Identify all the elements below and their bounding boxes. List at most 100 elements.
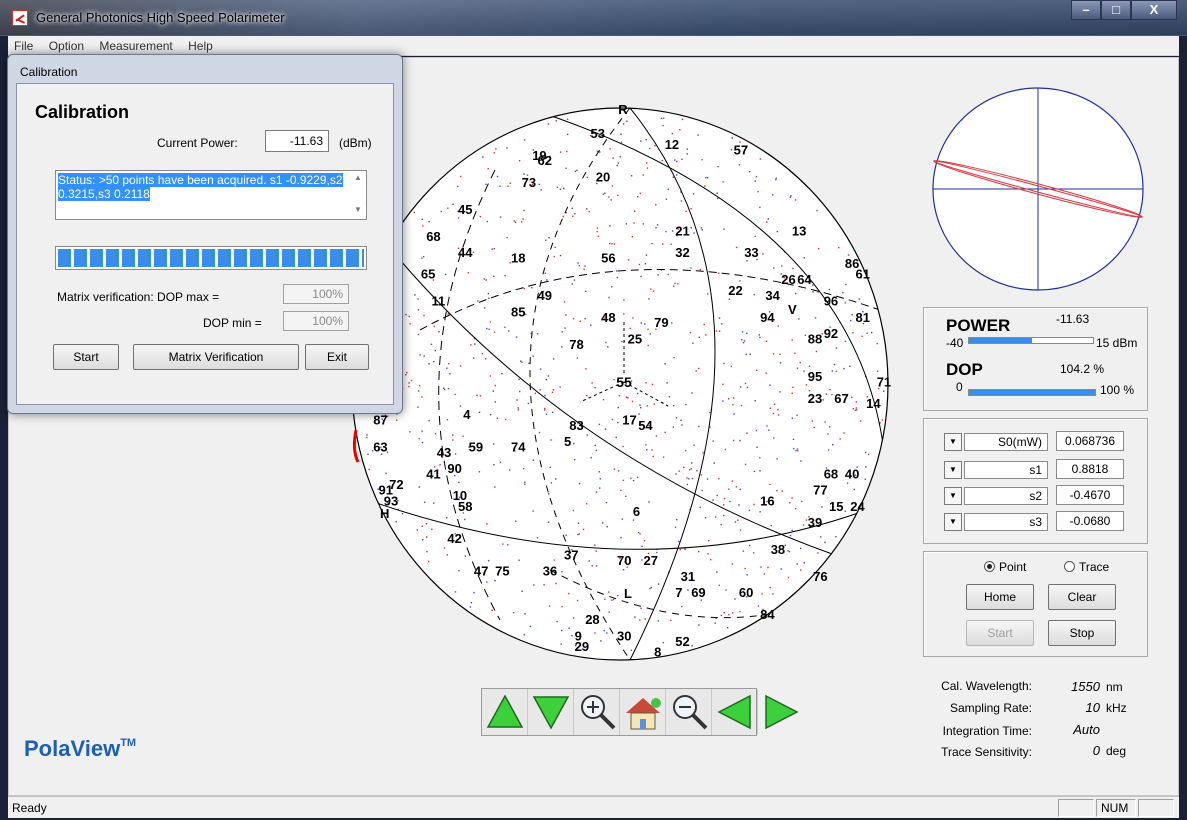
sample-dot [419, 384, 421, 387]
menu-file[interactable]: File [8, 36, 39, 53]
sample-dot [631, 400, 634, 403]
stokes-s2-dropdown[interactable]: ▼ [944, 487, 962, 505]
sample-dot [444, 273, 447, 276]
zoom-out-button[interactable] [666, 689, 712, 735]
menu-bar: File Option Measurement Help [8, 36, 1179, 56]
power-dop-panel: POWER -11.63 -40 15 dBm DOP 104.2 % 0 10… [923, 307, 1148, 411]
sample-dot [679, 129, 681, 131]
home-button[interactable]: Home [966, 584, 1034, 610]
sphere-point-label: 32 [675, 245, 689, 260]
dop-min: 0 [956, 380, 963, 394]
sample-dot [674, 159, 676, 161]
sample-dot [871, 331, 873, 334]
sample-dot [458, 569, 460, 572]
current-power-field[interactable]: -11.63 [265, 130, 329, 152]
sample-dot [675, 417, 678, 419]
sample-dot [479, 395, 482, 397]
sample-dot [767, 566, 769, 569]
sample-dot [623, 313, 625, 315]
stop-button[interactable]: Stop [1048, 620, 1116, 646]
sphere-point-label: 95 [808, 369, 822, 384]
stokes-s1-dropdown[interactable]: ▼ [944, 461, 962, 479]
sample-dot [545, 379, 548, 381]
sample-dot [421, 525, 423, 527]
calibration-start-button[interactable]: Start [53, 344, 119, 370]
sample-dot [643, 539, 646, 542]
menu-option[interactable]: Option [43, 36, 90, 53]
sample-dot [537, 333, 539, 335]
sample-dot [612, 598, 615, 601]
rotate-down-button[interactable] [528, 689, 574, 735]
sample-dot [671, 322, 673, 324]
sample-dot [744, 567, 746, 570]
stokes-s3-dropdown[interactable]: ▼ [944, 513, 962, 531]
home-view-button[interactable] [620, 689, 666, 735]
sample-dot [517, 409, 519, 411]
start-button[interactable]: Start [966, 620, 1034, 646]
calibration-window-title[interactable]: Calibration [20, 65, 77, 79]
sample-dot [591, 382, 593, 384]
sample-dot [766, 425, 768, 427]
stokes-s2-label: s2 [964, 487, 1048, 505]
sample-dot [486, 523, 488, 525]
sample-dot [775, 179, 777, 181]
rotate-right-button[interactable] [758, 689, 804, 735]
sample-dot [608, 611, 610, 613]
sphere-point-label: 6 [633, 504, 640, 519]
sample-dot [665, 230, 667, 233]
sample-dot [728, 298, 731, 300]
sample-dot [653, 403, 655, 405]
sample-dot [449, 373, 451, 375]
zoom-in-button[interactable] [574, 689, 620, 735]
view-toolbar [481, 688, 799, 736]
sample-dot [538, 431, 541, 434]
calibration-exit-button[interactable]: Exit [305, 344, 369, 370]
sample-dot [772, 593, 774, 595]
sample-dot [464, 555, 466, 557]
menu-help[interactable]: Help [182, 36, 219, 53]
sample-dot [739, 439, 741, 442]
sample-dot [597, 235, 600, 237]
sample-dot [621, 518, 623, 520]
sample-dot [804, 334, 806, 336]
sphere-point-label: 71 [877, 375, 891, 390]
sample-dot [446, 419, 449, 421]
sphere-point-label: 53 [591, 126, 605, 141]
sample-dot [494, 486, 496, 488]
sample-dot [772, 412, 775, 415]
maximize-button[interactable]: □ [1101, 0, 1131, 20]
clear-button[interactable]: Clear [1048, 584, 1116, 610]
sample-dot [547, 123, 550, 125]
menu-measurement[interactable]: Measurement [93, 36, 178, 53]
sample-dot [724, 448, 726, 451]
scroll-down-icon[interactable]: ▼ [352, 205, 364, 217]
sample-dot [522, 218, 524, 220]
scroll-up-icon[interactable]: ▲ [352, 173, 364, 185]
sample-dot [421, 218, 423, 220]
sample-dot [543, 584, 545, 586]
sample-dot [684, 548, 686, 550]
sample-dot [405, 374, 407, 376]
sample-dot [674, 282, 676, 285]
mode-trace-radio[interactable]: Trace [1064, 560, 1109, 574]
sample-dot [739, 488, 741, 490]
sample-dot [697, 134, 699, 136]
sample-dot [673, 405, 675, 407]
sample-dot [756, 369, 758, 371]
mode-point-radio[interactable]: Point [984, 560, 1026, 574]
title-bar[interactable]: General Photonics High Speed Polarimeter… [0, 0, 1187, 36]
poincare-sphere[interactable]: R L V H 55 5312 57196220734568 21 1344 18 56 3… [340, 100, 900, 670]
rotate-up-button[interactable] [482, 689, 528, 735]
rotate-left-button[interactable] [712, 689, 758, 735]
close-button[interactable]: X [1131, 0, 1177, 20]
minimize-button[interactable]: – [1071, 0, 1101, 20]
stokes-s0-dropdown[interactable]: ▼ [944, 433, 962, 451]
sample-dot [421, 430, 423, 432]
sphere-point-label: 79 [654, 315, 668, 330]
calibration-status-box[interactable]: Status: >50 points have been acquired. s… [55, 170, 367, 220]
matrix-verification-button[interactable]: Matrix Verification [133, 344, 299, 370]
sphere-point-label: 88 [808, 331, 822, 346]
sample-dot [536, 537, 539, 539]
sample-dot [622, 123, 625, 125]
sample-dot [561, 605, 563, 608]
